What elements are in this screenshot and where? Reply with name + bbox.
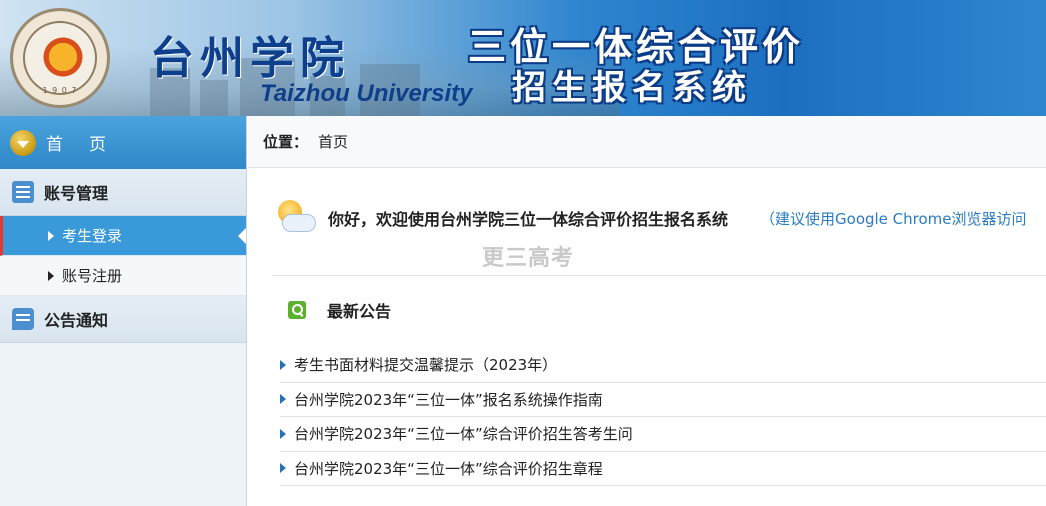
sidebar-item-student-login[interactable]: 考生登录: [0, 216, 246, 256]
chat-bubble-icon: [12, 308, 34, 330]
news-item-link[interactable]: 台州学院2023年“三位一体”综合评价招生答考生问: [294, 423, 633, 444]
news-item[interactable]: 台州学院2023年“三位一体”综合评价招生答考生问: [280, 417, 1046, 452]
news-item-link[interactable]: 考生书面材料提交温馨提示（2023年）: [294, 354, 557, 375]
cloud-shape: [282, 214, 316, 232]
sun-cloud-icon: [274, 198, 316, 238]
sidebar-item-label: 考生登录: [62, 227, 123, 245]
breadcrumb: 位置： 首页: [248, 116, 1046, 168]
welcome-text: 你好，欢迎使用台州学院三位一体综合评价招生报名系统: [328, 210, 729, 229]
caret-right-icon: [280, 359, 286, 370]
breadcrumb-label: 位置：: [263, 133, 309, 151]
sidebar-group-notices[interactable]: 公告通知: [0, 296, 246, 343]
news-section-title: 最新公告: [327, 302, 392, 321]
system-title-line2: 招生报名系统: [512, 68, 752, 108]
news-section-header: 最新公告: [288, 296, 391, 324]
university-english-name: Taizhou University: [260, 80, 473, 107]
university-chinese-name: 台州学院: [150, 33, 350, 84]
search-icon: [288, 301, 306, 319]
sidebar-item-account-register[interactable]: 账号注册: [0, 256, 246, 296]
welcome-banner: 你好，欢迎使用台州学院三位一体综合评价招生报名系统 （建议使用Google Ch…: [274, 196, 1046, 240]
logo-emblem: [41, 35, 85, 79]
news-list: 考生书面材料提交温馨提示（2023年） 台州学院2023年“三位一体”报名系统操…: [280, 348, 1046, 486]
caret-right-icon: [280, 428, 286, 439]
caret-right-icon: [280, 463, 286, 474]
list-icon: [12, 181, 34, 203]
sidebar-item-label: 账号注册: [62, 267, 123, 285]
sidebar-item-home[interactable]: 首页: [0, 116, 246, 169]
university-logo: 1 9 0 7: [10, 8, 110, 108]
news-item[interactable]: 考生书面材料提交温馨提示（2023年）: [280, 348, 1046, 383]
breadcrumb-current: 首页: [318, 133, 349, 151]
news-item-link[interactable]: 台州学院2023年“三位一体”报名系统操作指南: [294, 389, 603, 410]
news-item-link[interactable]: 台州学院2023年“三位一体”综合评价招生章程: [294, 458, 603, 479]
chevron-down-circle-icon: [10, 129, 36, 156]
sidebar-group-label: 账号管理: [44, 184, 109, 203]
divider: [272, 275, 1046, 276]
caret-right-icon: [48, 230, 54, 241]
sidebar-group-label: 公告通知: [44, 311, 109, 330]
sidebar: 首页 账号管理 考生登录 账号注册 公告通知: [0, 116, 247, 506]
news-item[interactable]: 台州学院2023年“三位一体”综合评价招生章程: [280, 452, 1046, 486]
sidebar-home-label: 首页: [46, 135, 132, 155]
browser-tip: （建议使用Google Chrome浏览器访问: [760, 209, 1027, 228]
news-item[interactable]: 台州学院2023年“三位一体”报名系统操作指南: [280, 383, 1046, 417]
sidebar-group-account[interactable]: 账号管理: [0, 169, 246, 216]
caret-right-icon: [48, 270, 54, 281]
watermark: 更三高考: [482, 246, 575, 271]
caret-right-icon: [280, 394, 286, 405]
logo-ring-text: 1 9 0 7: [42, 86, 78, 95]
header-banner: 1 9 0 7 台州学院 Taizhou University 三位一体综合评价…: [0, 0, 1046, 116]
